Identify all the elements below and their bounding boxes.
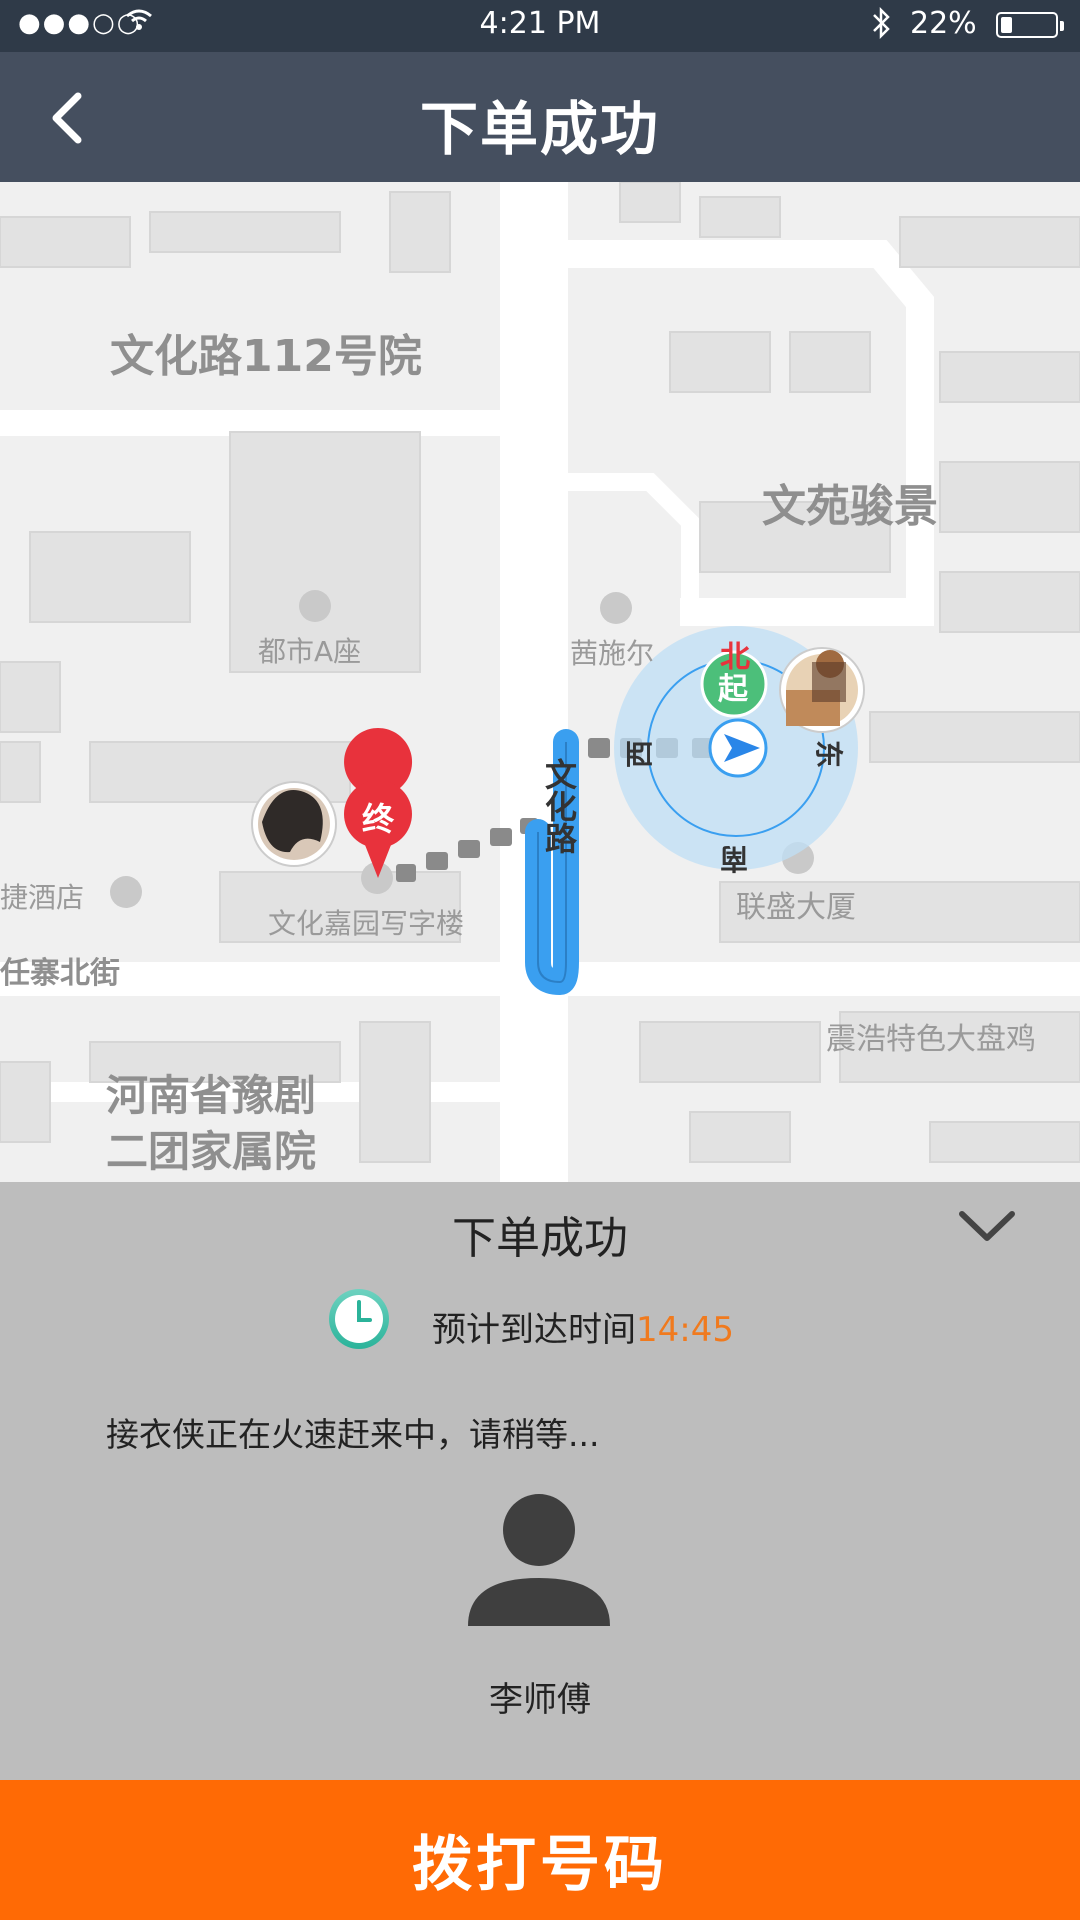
battery-icon xyxy=(996,12,1064,38)
map-label-wenyuan: 文苑骏景 xyxy=(762,481,938,532)
compass-south: 南 xyxy=(720,842,749,875)
compass-east: 东 xyxy=(812,739,846,769)
map-view[interactable]: 文化路112号院 文苑骏景 都市A座 茜施尔 文化路 捷酒店 文化嘉园写字楼 联… xyxy=(0,182,1080,1182)
battery-fill xyxy=(1001,17,1012,33)
bluetooth-icon xyxy=(868,6,894,47)
map-label-henan-line1: 河南省豫剧 xyxy=(106,1071,317,1120)
map-label-henan-line2: 二团家属院 xyxy=(106,1127,317,1176)
call-button-label: 拨打号码 xyxy=(412,1831,668,1898)
status-message: 接衣侠正在火速赶来中，请稍等... xyxy=(106,1415,600,1454)
map-label-wenhuajiayuan: 文化嘉园写字楼 xyxy=(268,907,465,940)
map-label-qianshier: 茜施尔 xyxy=(570,637,655,670)
call-button[interactable]: 拨打号码 xyxy=(0,1780,1080,1920)
page-title: 下单成功 xyxy=(419,95,660,163)
end-marker[interactable]: 终 xyxy=(362,794,394,840)
driver-avatar-icon xyxy=(466,1492,612,1630)
eta-label: 预计到达时间 xyxy=(432,1310,636,1350)
clock-icon xyxy=(326,1286,392,1352)
nav-bar: 下单成功 xyxy=(0,52,1080,182)
map-label-wenhualu112: 文化路112号院 xyxy=(110,331,422,382)
compass-west: 西 xyxy=(623,739,657,769)
order-status-panel: 下单成功 预计到达时间14:45 接衣侠正在火速赶来中，请稍等... 李师傅 xyxy=(0,1182,1080,1780)
status-bar: ●●●○○ 4:21 PM 22% xyxy=(0,0,1080,52)
battery-percent: 22% xyxy=(910,6,977,41)
driver-name: 李师傅 xyxy=(489,1680,591,1720)
collapse-button[interactable] xyxy=(956,1206,1018,1246)
eta-text: 预计到达时间14:45 xyxy=(432,1302,734,1351)
map-label-jiejiudian: 捷酒店 xyxy=(0,881,85,914)
chevron-down-icon xyxy=(959,1211,1015,1241)
map-label-dushi: 都市A座 xyxy=(258,635,362,668)
map-label-zhaibeijie: 任寨北街 xyxy=(0,956,120,991)
map-label-zhenhao: 震浩特色大盘鸡 xyxy=(826,1022,1036,1057)
start-marker[interactable]: 起 xyxy=(718,664,748,708)
map-label-road-wenhualu: 文化路 xyxy=(540,758,578,854)
panel-title: 下单成功 xyxy=(452,1213,628,1264)
eta-time: 14:45 xyxy=(636,1310,734,1350)
map-label-lianshengdasha: 联盛大厦 xyxy=(736,890,856,925)
